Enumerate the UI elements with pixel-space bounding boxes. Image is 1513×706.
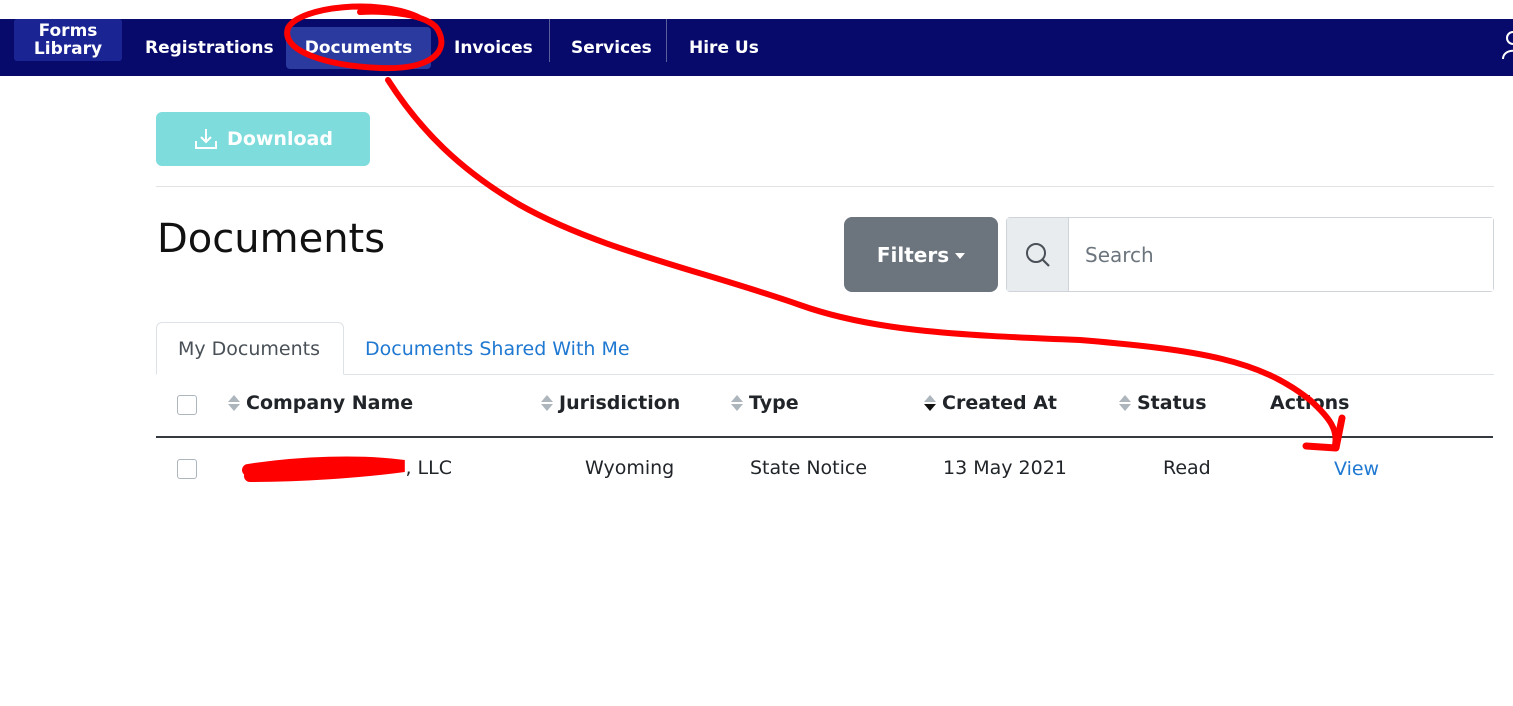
filters-button[interactable]: Filters: [844, 217, 998, 292]
column-header-label: Type: [749, 392, 799, 414]
sort-icon: [1119, 395, 1131, 411]
column-header-label: Jurisdiction: [559, 392, 681, 414]
column-header-type[interactable]: Type: [731, 392, 799, 414]
cell-created-at: 13 May 2021: [943, 457, 1067, 479]
column-header-label: Actions: [1270, 392, 1350, 414]
download-icon: [195, 129, 218, 149]
sort-desc-icon: [924, 395, 936, 411]
page-title: Documents: [157, 216, 386, 262]
nav-invoices[interactable]: Invoices: [454, 19, 533, 76]
column-header-actions: Actions: [1270, 392, 1349, 414]
arrow-head: [1302, 414, 1346, 452]
search-icon: [1025, 242, 1050, 267]
column-header-label: Status: [1137, 392, 1207, 414]
section-divider: [156, 186, 1494, 187]
nav-forms-label-line1: Forms: [38, 21, 98, 41]
search-group: [1006, 217, 1494, 292]
filters-label: Filters: [876, 242, 950, 267]
user-icon[interactable]: [1501, 31, 1513, 59]
download-label: Download: [227, 128, 333, 150]
tab-documents-shared-with-me[interactable]: Documents Shared With Me: [344, 322, 651, 375]
column-header-company-name[interactable]: Company Name: [228, 392, 413, 414]
search-input[interactable]: [1069, 218, 1493, 291]
nav-hire-us[interactable]: Hire Us: [689, 19, 759, 76]
tab-my-documents[interactable]: My Documents: [156, 322, 344, 375]
cell-status: Read: [1163, 457, 1211, 479]
sort-icon: [731, 395, 743, 411]
top-navbar: Forms Library Registrations Documents In…: [0, 19, 1513, 76]
caret-down-icon: [955, 252, 966, 259]
cell-company-name: , LLC: [405, 457, 452, 479]
row-checkbox[interactable]: [177, 459, 197, 479]
column-header-label: Company Name: [246, 392, 414, 414]
nav-documents[interactable]: Documents: [286, 27, 431, 69]
search-addon: [1007, 218, 1069, 291]
sort-icon: [228, 395, 240, 411]
sort-icon: [541, 395, 553, 411]
nav-separator: [549, 19, 550, 62]
column-header-status[interactable]: Status: [1119, 392, 1207, 414]
nav-forms-label-line2: Library: [33, 39, 103, 59]
select-all-checkbox[interactable]: [177, 395, 197, 415]
column-header-jurisdiction[interactable]: Jurisdiction: [541, 392, 680, 414]
nav-services[interactable]: Services: [571, 19, 652, 76]
nav-forms-library[interactable]: Forms Library: [14, 19, 122, 61]
cell-type: State Notice: [750, 457, 868, 479]
nav-registrations[interactable]: Registrations: [145, 19, 274, 76]
table-header-border: [156, 436, 1493, 438]
column-header-label: Created At: [942, 392, 1057, 414]
view-link[interactable]: View: [1334, 458, 1379, 480]
download-button[interactable]: Download: [156, 112, 370, 166]
column-header-created-at[interactable]: Created At: [924, 392, 1057, 414]
cell-jurisdiction: Wyoming: [585, 457, 675, 479]
nav-separator: [666, 19, 667, 62]
